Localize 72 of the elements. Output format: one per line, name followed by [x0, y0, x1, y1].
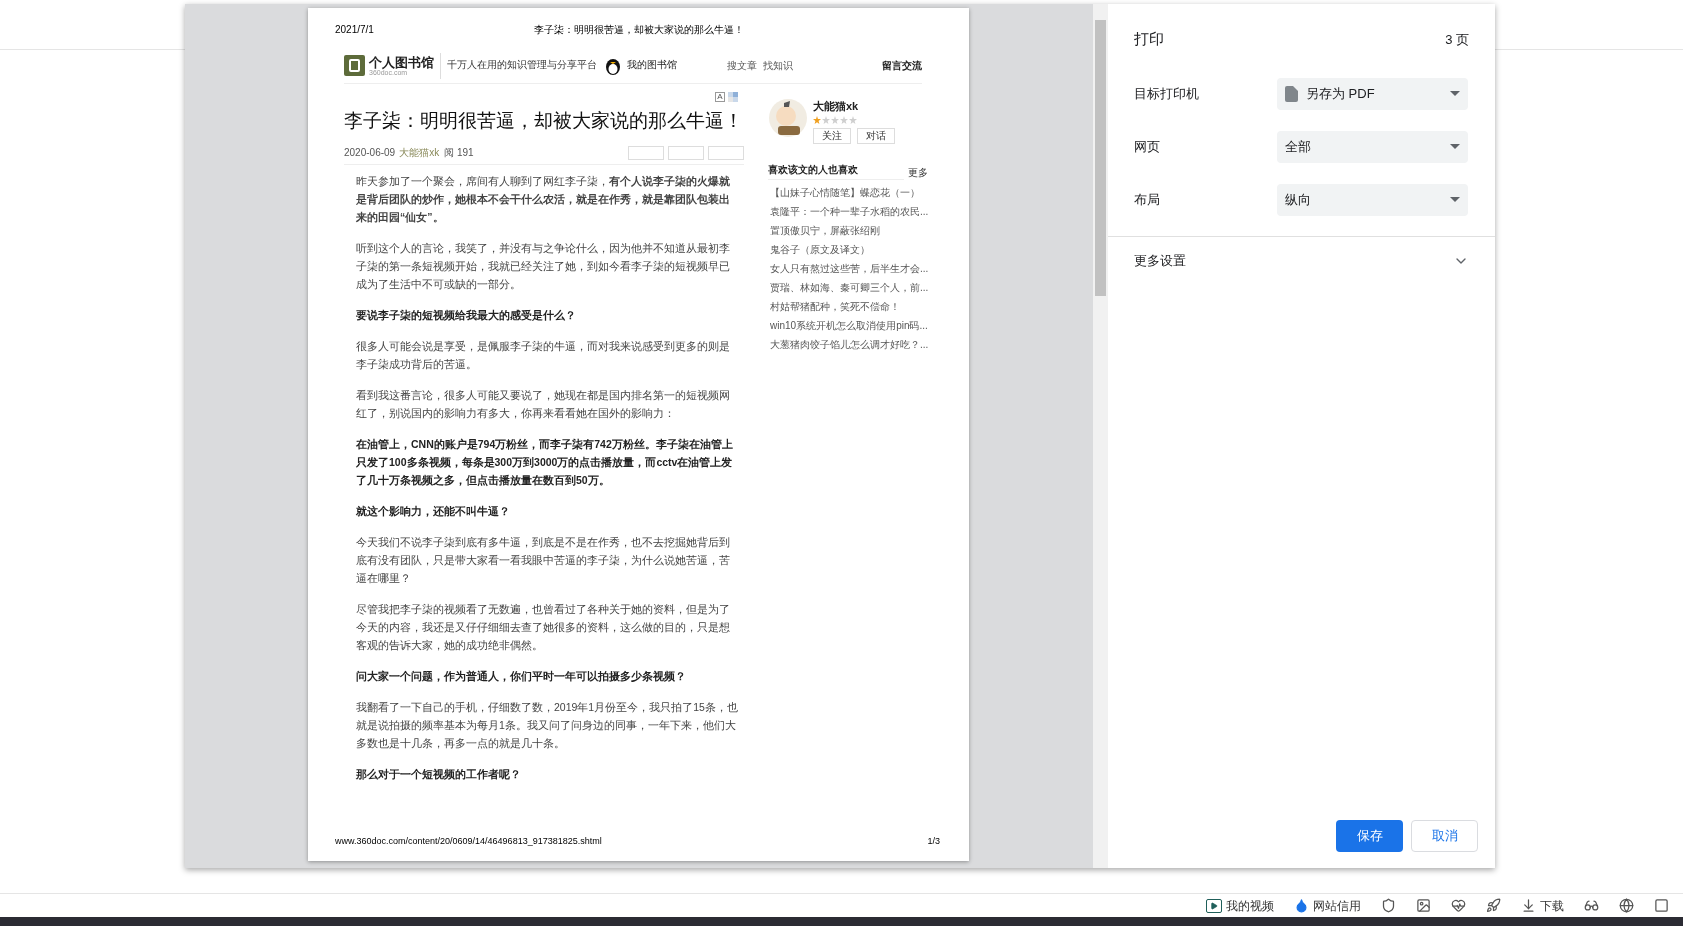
globe-icon[interactable] — [1619, 898, 1634, 913]
article-paragraph: 就这个影响力，还能不叫牛逼？ — [356, 504, 511, 519]
glasses-icon[interactable] — [1584, 898, 1599, 913]
window-icon[interactable] — [1654, 898, 1669, 913]
print-date: 2021/7/1 — [335, 22, 374, 37]
read-count: 阅 191 — [444, 146, 474, 160]
more-settings-toggle[interactable]: 更多设置 — [1108, 236, 1495, 285]
dropdown-caret-icon — [1450, 144, 1460, 149]
more-link[interactable]: 更多 — [908, 164, 928, 180]
print-url: www.360doc.com/content/20/0609/14/46496813_917381825.shtml — [335, 834, 602, 848]
related-heading: 喜欢该文的人也喜欢 — [768, 161, 904, 180]
panel-title: 打印 — [1134, 29, 1164, 49]
rocket-icon[interactable] — [1486, 898, 1501, 913]
article-paragraph: 昨天参加了一个聚会，席间有人聊到了网红李子柒，有个人说李子柒的火爆就是背后团队的炒作，她根本不会干什么农活，就是在作秀，就是靠团队包装出来的田园“仙女”。 — [356, 174, 731, 225]
scrollbar[interactable] — [1093, 4, 1108, 868]
article-paragraph: 在油管上，CNN的账户是794万粉丝，而李子柒有742万粉丝。李子柒在油管上只发了100多条视频，每条是300万到3000万的点击播放量，而cctv在油管上发了几十万条视频之多，但点击播放量在数百到50万。 — [356, 437, 734, 488]
article-paragraph: 很多人可能会说是享受，是佩服李子柒的牛逼，而对我来说感受到更多的则是李子柒成功背后的苦逼。 — [356, 339, 731, 372]
nav-link[interactable]: 找知识 — [763, 58, 793, 73]
related-link[interactable]: 贾瑞、林如海、秦可卿三个人，前... — [770, 277, 940, 297]
author-name[interactable]: 大能猫xk — [813, 98, 895, 115]
droplet-icon — [1294, 898, 1309, 913]
dropdown-caret-icon — [1450, 197, 1460, 202]
article-paragraph: 今天我们不说李子柒到底有多牛逼，到底是不是在作秀，也不去挖掘她背后到底有没有团队，只是带大家看一看我眼中苦逼的李子柒，为什么说她苦逼，苦逼在哪里？ — [356, 535, 731, 586]
related-link[interactable]: 置顶傲贝宁，屏蔽张绍刚 — [770, 220, 940, 240]
download-icon — [1521, 898, 1536, 913]
font-size-toggle[interactable]: A — [715, 92, 725, 102]
article-paragraph: 尽管我把李子柒的视频看了无数遍，也曾看过了各种关于她的资料，但是为了今天的内容，我还是又仔仔细细去查了她很多的资料，这么做的目的，只是想客观的告诉大家，她的成功绝非偶然。 — [356, 602, 731, 653]
article-paragraph: 那么对于一个短视频的工作者呢？ — [356, 767, 522, 782]
play-icon — [1206, 898, 1222, 913]
article-paragraph: 要说李子柒的短视频给我最大的感受是什么？ — [356, 308, 577, 323]
message-link[interactable]: 留言交流 — [882, 58, 922, 73]
article-paragraph: 问大家一个问题，作为普通人，你们平时一年可以拍摄多少条视频？ — [356, 669, 687, 684]
article-paragraph: 我翻看了一下自己的手机，仔细数了数，2019年1月份至今，我只拍了15条，也就是说拍摄的频率基本为每月1条。我又问了问身边的同事，一年下来，他们大多数也是十几条，再多一点的就是几十条。 — [356, 700, 739, 751]
site-credit-button[interactable]: 网站信用 — [1294, 896, 1361, 915]
setting-select[interactable]: 另存为 PDF — [1277, 77, 1468, 110]
cancel-button[interactable]: 取消 — [1411, 820, 1478, 852]
related-link[interactable]: 大葱猪肉饺子馅儿怎么调才好吃？... — [770, 334, 940, 354]
setting-label: 布局 — [1134, 190, 1161, 209]
file-icon — [1285, 85, 1298, 102]
logo-icon — [344, 55, 365, 76]
profile-button[interactable]: 对话 — [857, 127, 895, 144]
nav-link[interactable]: 搜文章 — [727, 58, 757, 73]
logo-text: 个人图书馆 — [369, 55, 434, 69]
article-title: 李子柒：明明很苦逼，却被大家说的那么牛逼！ — [344, 109, 744, 133]
shield-icon[interactable] — [1381, 898, 1396, 913]
related-link[interactable]: 女人只有熬过这些苦，后半生才会... — [770, 258, 940, 278]
related-link[interactable]: win10系统开机怎么取消使用pin码... — [770, 315, 940, 335]
dropdown-caret-icon — [1450, 91, 1460, 96]
site-tagline: 千万人在用的知识管理与分享平台 — [447, 58, 597, 73]
article-paragraph: 听到这个人的言论，我笑了，并没有与之争论什么，因为他并不知道从最初李子柒的第一条短视频开始，我就已经关注了她，到如今看李子柒的短视频早已成为了生活中不可或缺的一部分。 — [356, 241, 731, 292]
setting-select[interactable]: 纵向 — [1277, 183, 1468, 216]
avatar-drawing — [768, 98, 808, 138]
page-count: 3 页 — [1445, 30, 1469, 49]
article-paragraph: 看到我这番言论，很多人可能又要说了，她现在都是国内排名第一的短视频网红了，别说国内的影响力有多大，你再来看看她在国外的影响力： — [356, 388, 731, 421]
print-page-title: 李子柒：明明很苦逼，却被大家说的那么牛逼！ — [533, 22, 744, 37]
my-video-button[interactable]: 我的视频 — [1206, 896, 1274, 915]
profile-button[interactable]: 关注 — [813, 127, 851, 144]
page-number: 1/3 — [927, 834, 940, 848]
my-library-link[interactable]: 我的图书馆 — [627, 58, 677, 73]
related-link[interactable]: 村姑帮猪配种，笑死不偿命！ — [770, 296, 940, 316]
related-link[interactable]: 【山妹子心情随笔】蝶恋花（一） — [770, 182, 940, 202]
download-button[interactable]: 下载 — [1521, 896, 1564, 915]
image-icon[interactable] — [1416, 898, 1431, 913]
related-link[interactable]: 鬼谷子（原文及译文） — [770, 239, 940, 259]
setting-label: 网页 — [1134, 137, 1161, 156]
article-author[interactable]: 大能猫xk — [399, 145, 440, 160]
heart-pulse-icon[interactable] — [1451, 898, 1466, 913]
related-link[interactable]: 袁隆平：一个种一辈子水稻的农民... — [770, 201, 940, 221]
setting-label: 目标打印机 — [1134, 84, 1200, 103]
article-date: 2020-06-09 — [344, 146, 396, 160]
save-button[interactable]: 保存 — [1336, 820, 1403, 852]
setting-select[interactable]: 全部 — [1277, 130, 1468, 163]
